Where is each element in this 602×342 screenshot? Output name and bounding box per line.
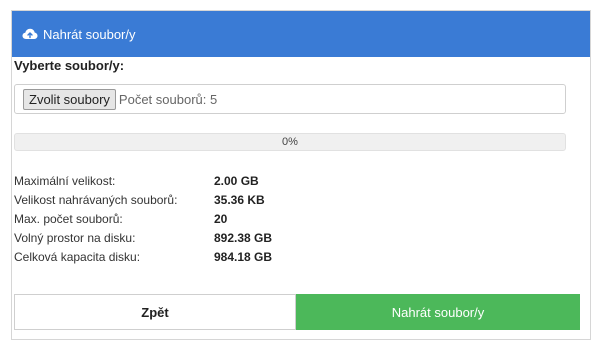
info-row: Velikost nahrávaných souborů: 35.36 KB xyxy=(14,190,272,209)
info-value: 20 xyxy=(214,211,228,226)
info-label: Maximální velikost: xyxy=(14,173,116,188)
upload-info: Maximální velikost: 2.00 GB Velikost nah… xyxy=(14,171,272,266)
info-row: Maximální velikost: 2.00 GB xyxy=(14,171,272,190)
cloud-upload-icon xyxy=(22,27,38,41)
info-row: Celková kapacita disku: 984.18 GB xyxy=(14,247,272,266)
back-button[interactable]: Zpět xyxy=(14,294,296,330)
panel-title: Nahrát soubor/y xyxy=(43,26,136,42)
upload-progress-bar: 0% xyxy=(14,133,566,151)
info-row: Max. počet souborů: 20 xyxy=(14,209,272,228)
info-value: 2.00 GB xyxy=(214,173,259,188)
progress-label: 0% xyxy=(282,136,298,148)
info-label: Celková kapacita disku: xyxy=(14,249,141,264)
panel-header: Nahrát soubor/y xyxy=(12,11,590,57)
file-count-text: Počet souborů: 5 xyxy=(118,91,218,107)
info-value: 35.36 KB xyxy=(214,192,265,207)
info-label: Max. počet souborů: xyxy=(14,211,123,226)
file-input[interactable]: Zvolit soubory Počet souborů: 5 xyxy=(14,84,566,114)
select-files-label: Vyberte soubor/y: xyxy=(14,58,125,73)
info-value: 984.18 GB xyxy=(214,249,273,264)
action-buttons: Zpět Nahrát soubor/y xyxy=(14,294,580,330)
info-label: Velikost nahrávaných souborů: xyxy=(14,192,178,207)
choose-files-button[interactable]: Zvolit soubory xyxy=(23,88,116,110)
upload-button[interactable]: Nahrát soubor/y xyxy=(296,294,580,330)
info-row: Volný prostor na disku: 892.38 GB xyxy=(14,228,272,247)
info-label: Volný prostor na disku: xyxy=(14,230,136,245)
info-value: 892.38 GB xyxy=(214,230,273,245)
